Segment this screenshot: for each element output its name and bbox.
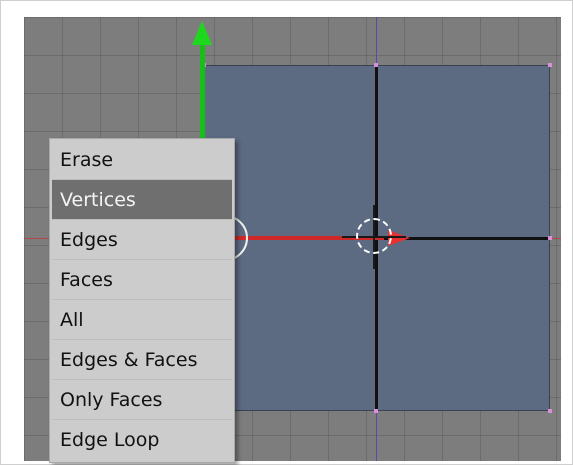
delete-popup-menu: Erase Vertices Edges Faces All Edges & F… bbox=[49, 138, 235, 463]
menu-item-faces[interactable]: Faces bbox=[52, 260, 232, 300]
mesh-vertex[interactable] bbox=[374, 409, 378, 413]
mesh-vertex[interactable] bbox=[374, 63, 378, 67]
screenshot-frame: Erase Vertices Edges Faces All Edges & F… bbox=[0, 0, 573, 465]
3d-cursor-icon[interactable] bbox=[356, 218, 392, 254]
y-axis-arrow-icon[interactable] bbox=[192, 21, 212, 45]
menu-item-vertices[interactable]: Vertices bbox=[52, 180, 232, 220]
mesh-vertex[interactable] bbox=[548, 236, 552, 240]
menu-item-edge-loop[interactable]: Edge Loop bbox=[52, 420, 232, 460]
menu-item-edges-and-faces[interactable]: Edges & Faces bbox=[52, 340, 232, 380]
mesh-vertex[interactable] bbox=[548, 63, 552, 67]
menu-item-edges[interactable]: Edges bbox=[52, 220, 232, 260]
mesh-vertex[interactable] bbox=[548, 409, 552, 413]
menu-item-only-faces[interactable]: Only Faces bbox=[52, 380, 232, 420]
menu-item-all[interactable]: All bbox=[52, 300, 232, 340]
menu-item-erase[interactable]: Erase bbox=[52, 140, 232, 180]
